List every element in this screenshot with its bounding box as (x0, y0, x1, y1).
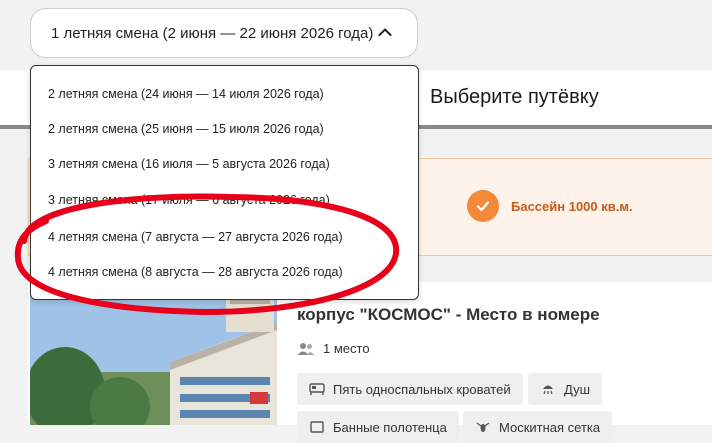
session-option[interactable]: 4 летняя смена (7 августа — 27 августа 2… (48, 230, 343, 244)
chevron-up-icon[interactable] (377, 24, 393, 40)
session-select[interactable]: 1 летняя смена (2 июня — 22 июня 2026 го… (30, 8, 418, 58)
session-option[interactable]: 4 летняя смена (8 августа — 28 августа 2… (48, 265, 343, 279)
towel-icon (310, 421, 324, 433)
amenity-chip-shower: Душ (528, 373, 603, 405)
room-title[interactable]: корпус "КОСМОС" - Место в номере (297, 305, 600, 325)
guests-label: 1 место (323, 341, 370, 356)
page: Выберите путёвку Бассейн 1000 кв.м. корп… (0, 0, 712, 443)
session-option[interactable]: 3 летняя смена (16 июля — 5 августа 2026… (48, 157, 330, 171)
amenity-label: Банные полотенца (333, 419, 447, 435)
amenity-chip-towels: Банные полотенца (297, 411, 459, 443)
session-option[interactable]: 2 летняя смена (24 июня — 14 июля 2026 г… (48, 87, 324, 101)
amenity-chip-net: Москитная сетка (463, 411, 613, 443)
mosquito-icon (476, 422, 490, 432)
amenity-chip-beds: Пять односпальных кроватей (297, 373, 523, 405)
room-photo[interactable] (30, 282, 277, 425)
session-option[interactable]: 2 летняя смена (25 июня — 15 июля 2026 г… (48, 122, 324, 136)
session-option[interactable]: 3 летняя смена (17 июля — 6 августа 2026… (48, 193, 330, 207)
check-icon (467, 190, 499, 222)
session-select-value: 1 летняя смена (2 июня — 22 июня 2026 го… (51, 24, 374, 42)
shower-icon (543, 385, 553, 395)
amenity-label: Пять односпальных кроватей (333, 381, 511, 397)
feature-label: Бассейн 1000 кв.м. (511, 199, 633, 214)
amenity-label: Душ (564, 381, 591, 397)
page-title: Выберите путёвку (430, 86, 599, 108)
guests-info: 1 место (297, 341, 370, 356)
people-icon (297, 342, 315, 355)
bed-icon (309, 383, 325, 395)
session-options-list: 2 летняя смена (24 июня — 14 июля 2026 г… (30, 65, 419, 300)
amenity-label: Москитная сетка (499, 419, 601, 435)
